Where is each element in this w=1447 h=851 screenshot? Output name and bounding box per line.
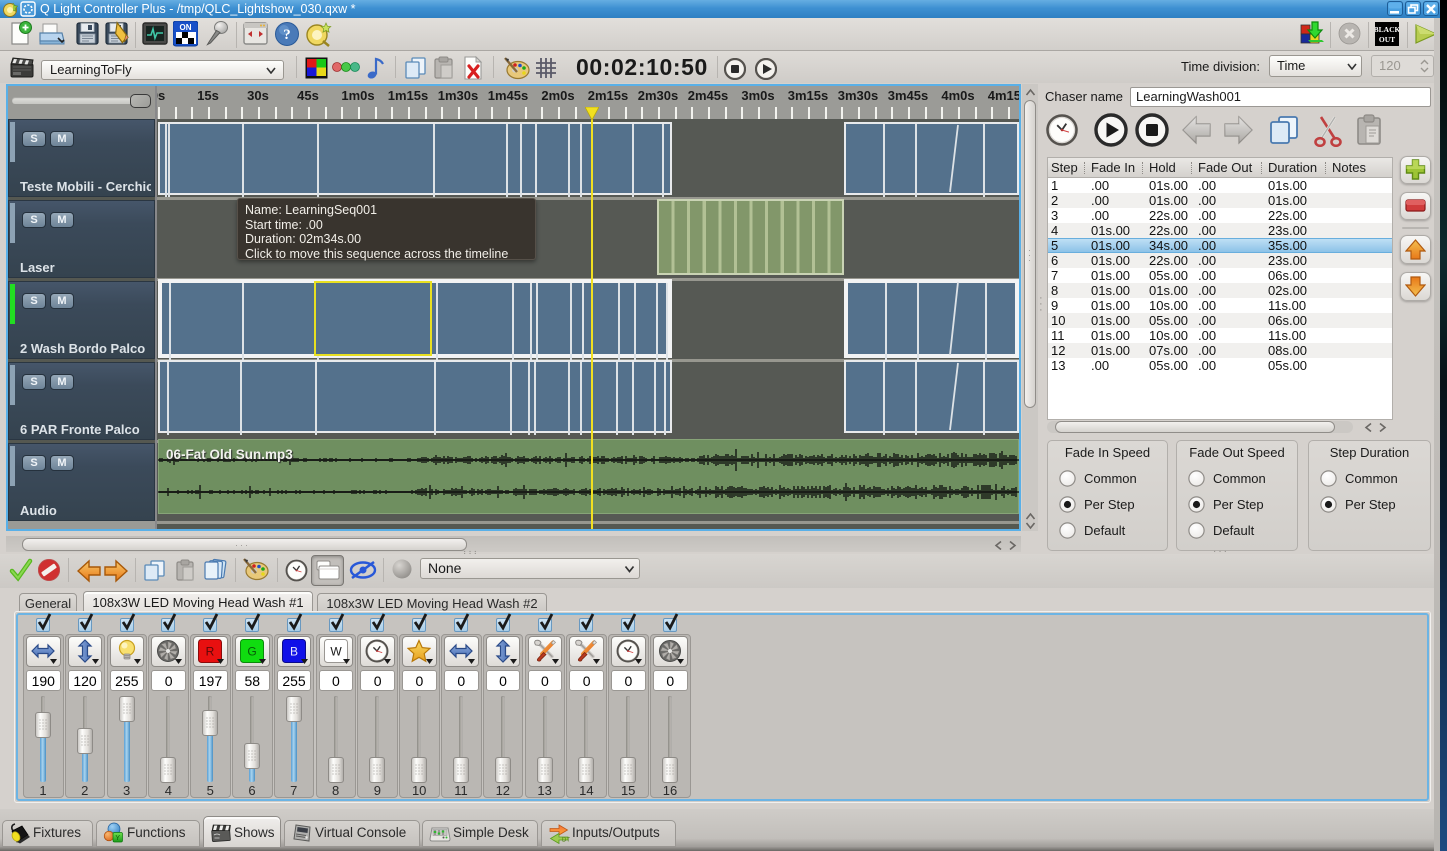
svg-text:OUT: OUT: [1379, 35, 1395, 44]
svg-text:?: ?: [283, 27, 291, 43]
svg-text:BLACK: BLACK: [1375, 25, 1399, 34]
svg-text:ON: ON: [180, 23, 192, 32]
svg-text:W: W: [330, 645, 342, 659]
svg-text:B: B: [290, 645, 298, 659]
svg-text:Y: Y: [115, 835, 120, 842]
svg-text:DT: DT: [562, 838, 570, 844]
svg-text:G: G: [247, 645, 256, 659]
svg-text:R: R: [206, 645, 215, 659]
